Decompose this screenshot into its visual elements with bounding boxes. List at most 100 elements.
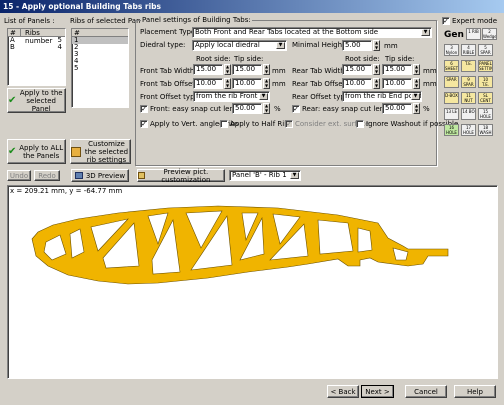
tool-sheet-icon[interactable]: 5 SPAR: [478, 44, 493, 56]
rib-drawing: [31, 205, 449, 285]
tool-wash-icon[interactable]: 16 HOLE: [444, 124, 459, 136]
next-button[interactable]: Next >: [361, 385, 394, 398]
ribs-list[interactable]: # 1 2 3 4 5: [71, 28, 129, 108]
rear-snap-input[interactable]: 50.00: [382, 103, 412, 114]
panel-rib-select[interactable]: Panel 'B' - Rib 1 ▼: [229, 170, 301, 181]
help-button[interactable]: Help: [454, 385, 496, 398]
rear-offset-tip-spinner[interactable]: ▲ ▼: [413, 78, 420, 89]
rib-row[interactable]: 1: [72, 37, 128, 44]
tool-bo-icon[interactable]: SL CENT: [478, 92, 493, 104]
front-offset-tip-input[interactable]: 10.00: [232, 78, 262, 89]
rear-snap-spinner[interactable]: ▲ ▼: [413, 103, 420, 114]
min-height-input[interactable]: 5.00: [342, 40, 372, 51]
3d-preview-button[interactable]: 3D Preview: [71, 169, 129, 182]
tool-rible-icon[interactable]: 3 Nylon: [444, 44, 459, 56]
tool-dbox-icon[interactable]: 9 SPAR: [461, 76, 476, 88]
unit-label: mm: [272, 67, 286, 75]
unit-label: mm: [384, 42, 398, 50]
customize-icon: [71, 146, 81, 157]
front-offset-root-input[interactable]: 10.00: [193, 78, 223, 89]
rear-width-root-input[interactable]: 15.00: [342, 64, 372, 75]
rear-offset-root-input[interactable]: 10.00: [342, 78, 372, 89]
chevron-down-icon[interactable]: ▼: [411, 93, 420, 100]
tool-te2-icon[interactable]: SPAR: [444, 76, 459, 88]
ignore-washout-checkbox[interactable]: [356, 120, 364, 128]
tool-slcent-icon[interactable]: D-BOX: [444, 92, 459, 104]
rear-offset-label: Rear Tab Offset:: [292, 80, 348, 88]
panels-col-hash[interactable]: #: [8, 29, 21, 37]
apply-all-button[interactable]: ✔ Apply to ALL the Panels: [7, 139, 66, 164]
preview-customization-button[interactable]: Preview pict. customization: [137, 167, 225, 184]
tool-nut-icon[interactable]: 10 T.E.: [478, 76, 493, 88]
tool-le-icon[interactable]: 11 NUT: [461, 92, 476, 104]
placement-type-label: Placement Type:: [140, 28, 198, 36]
rib-row[interactable]: 5: [72, 65, 128, 72]
apply-vert-checkbox[interactable]: ✓: [140, 120, 148, 128]
unit-label: mm: [423, 67, 437, 75]
consider-ext-checkbox[interactable]: ✓: [285, 120, 293, 128]
root-side-header: Root side:: [196, 55, 231, 63]
rear-snap-checkbox[interactable]: ✓: [292, 105, 300, 113]
customize-rib-button[interactable]: Customize the selected rib settings: [70, 139, 131, 164]
cancel-button[interactable]: Cancel: [405, 385, 447, 398]
apply-selected-button[interactable]: ✔ Apply to the selected Panel: [7, 88, 66, 113]
tool-te-icon[interactable]: 6 SHEET: [444, 60, 459, 72]
panel-rib-value: Panel 'B' - Rib 1: [232, 171, 287, 179]
picture-icon: [138, 172, 145, 179]
front-offset-type-select[interactable]: from the rib Front point ▼: [193, 91, 270, 102]
expert-mode-label: Expert mode: [452, 17, 498, 25]
tool-outline-icon[interactable]: 17 HOLE: [461, 124, 476, 136]
front-offset-tip-spinner[interactable]: ▲ ▼: [263, 78, 270, 89]
chevron-down-icon[interactable]: ▼: [276, 42, 285, 49]
tool-hole-icon[interactable]: 13 LE: [444, 108, 459, 120]
tool-rib-icon[interactable]: 1 RIB: [466, 28, 481, 40]
preview-customization-label: Preview pict. customization: [161, 167, 211, 184]
ribs-col-hash[interactable]: #: [72, 29, 128, 37]
rib-row[interactable]: 2: [72, 44, 128, 51]
front-snap-spinner[interactable]: ▲ ▼: [263, 103, 270, 114]
panels-list[interactable]: # Ribs number A5 B4: [7, 28, 66, 86]
min-height-spinner[interactable]: ▲ ▼: [373, 40, 380, 51]
panel-id: B: [10, 43, 15, 51]
rib-row[interactable]: 3: [72, 51, 128, 58]
rear-offset-root-spinner[interactable]: ▲ ▼: [373, 78, 380, 89]
front-offset-root-spinner[interactable]: ▲ ▼: [224, 78, 231, 89]
panel-row-b[interactable]: B4: [8, 44, 65, 51]
rib-preview-canvas[interactable]: x = 209.21 mm, y = -64.77 mm: [7, 185, 498, 379]
rear-offset-type-select[interactable]: from the rib End point ▼: [342, 91, 422, 102]
back-button[interactable]: < Back: [327, 385, 359, 398]
tool-hole2-icon[interactable]: 14 BO: [461, 108, 476, 120]
apply-selected-label: Apply to the selected Panel: [19, 88, 63, 113]
rear-width-root-spinner[interactable]: ▲ ▼: [373, 64, 380, 75]
front-width-root-spinner[interactable]: ▲ ▼: [224, 64, 231, 75]
rear-offset-tip-input[interactable]: 10.00: [382, 78, 412, 89]
chevron-down-icon[interactable]: ▼: [290, 172, 299, 179]
diedral-type-select[interactable]: Apply local diedral ▼: [192, 40, 287, 51]
front-snap-checkbox[interactable]: ✓: [140, 105, 148, 113]
tool-wedge-icon[interactable]: 2 Wedge: [482, 28, 497, 40]
tool-save-icon[interactable]: 18 WASH: [478, 124, 493, 136]
apply-half-checkbox[interactable]: [220, 120, 228, 128]
tool-panel-setting-icon[interactable]: T.E.: [461, 60, 476, 72]
panels-col-ribs[interactable]: Ribs number: [21, 29, 65, 45]
front-snap-input[interactable]: 50.00: [232, 103, 262, 114]
tool-hole3-icon[interactable]: 15 HOLE: [478, 108, 493, 120]
tool-spar-icon[interactable]: 4 RIBLE: [461, 44, 476, 56]
redo-button[interactable]: Redo: [34, 170, 60, 181]
placement-type-select[interactable]: Both Front and Rear Tabs located at the …: [192, 27, 432, 38]
tool-spar2-icon[interactable]: PANEL SETTING: [478, 60, 493, 72]
chevron-down-icon[interactable]: ▼: [259, 93, 268, 100]
rear-width-tip-input[interactable]: 15.00: [382, 64, 412, 75]
rear-width-tip-spinner[interactable]: ▲ ▼: [413, 64, 420, 75]
front-width-tip-spinner[interactable]: ▲ ▼: [263, 64, 270, 75]
apply-all-label: Apply to ALL the Panels: [19, 143, 64, 160]
window-title: 15 - Apply optional Building Tabs ribs: [0, 0, 504, 13]
3d-preview-icon: [74, 172, 83, 179]
rib-row[interactable]: 4: [72, 58, 128, 65]
chevron-down-icon[interactable]: ▼: [421, 29, 430, 36]
expert-mode-checkbox[interactable]: ✓: [442, 17, 450, 25]
undo-button[interactable]: Undo: [7, 170, 31, 181]
front-offset-label: Front Tab Offset:: [140, 80, 198, 88]
front-width-root-input[interactable]: 15.00: [193, 64, 223, 75]
front-width-tip-input[interactable]: 15.00: [232, 64, 262, 75]
